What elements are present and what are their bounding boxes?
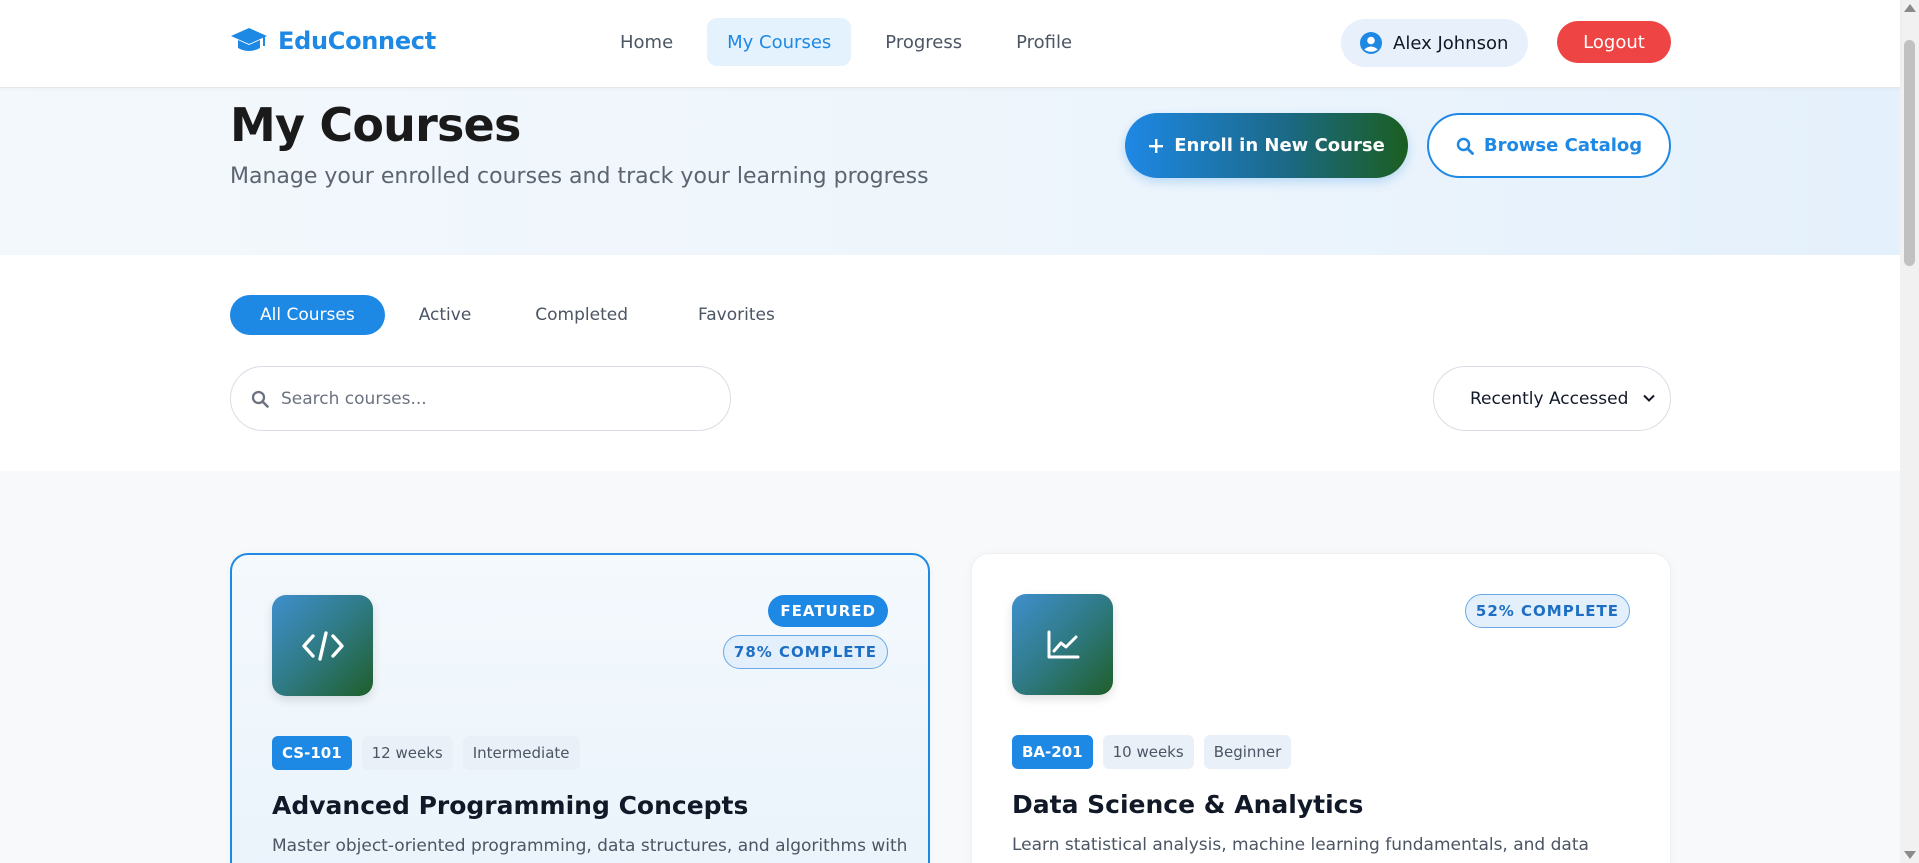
search-input[interactable] bbox=[281, 388, 701, 409]
course-meta: CS-101 12 weeks Intermediate bbox=[272, 736, 580, 770]
course-description: Master object-oriented programming, data… bbox=[272, 836, 908, 856]
course-code-tag: BA-201 bbox=[1012, 735, 1093, 769]
tab-active[interactable]: Active bbox=[395, 295, 496, 335]
main-nav: Home My Courses Progress Profile bbox=[600, 18, 1092, 66]
nav-profile[interactable]: Profile bbox=[996, 18, 1092, 66]
browse-label: Browse Catalog bbox=[1483, 135, 1643, 156]
filter-tabs: All Courses Active Completed Favorites bbox=[230, 295, 805, 335]
progress-badge: 78% COMPLETE bbox=[722, 635, 888, 669]
scroll-thumb[interactable] bbox=[1904, 40, 1915, 266]
page-scrollbar[interactable] bbox=[1900, 0, 1919, 863]
user-menu[interactable]: Alex Johnson bbox=[1341, 19, 1529, 67]
enroll-label: Enroll in New Course bbox=[1174, 135, 1385, 156]
graduation-cap-icon bbox=[231, 28, 267, 51]
course-search[interactable] bbox=[230, 366, 731, 431]
user-circle-icon bbox=[1360, 32, 1382, 54]
logout-button[interactable]: Logout bbox=[1557, 21, 1671, 63]
course-meta: BA-201 10 weeks Beginner bbox=[1012, 735, 1292, 769]
sort-selected-value: Recently Accessed bbox=[1470, 388, 1629, 409]
featured-badge: FEATURED bbox=[768, 595, 888, 627]
course-description: Learn statistical analysis, machine lear… bbox=[1012, 835, 1589, 855]
brand-name: EduConnect bbox=[278, 27, 436, 55]
page-subtitle: Manage your enrolled courses and track y… bbox=[230, 164, 929, 189]
progress-badge: 52% COMPLETE bbox=[1464, 594, 1630, 628]
duration-tag: 10 weeks bbox=[1102, 735, 1194, 769]
sort-dropdown[interactable]: Recently Accessed bbox=[1433, 366, 1671, 431]
course-filters: All Courses Active Completed Favorites R… bbox=[0, 255, 1900, 471]
level-tag: Intermediate bbox=[462, 736, 580, 770]
course-title[interactable]: Advanced Programming Concepts bbox=[272, 791, 748, 820]
page-header: My Courses Manage your enrolled courses … bbox=[0, 88, 1900, 255]
page-title: My Courses bbox=[230, 98, 521, 152]
nav-progress[interactable]: Progress bbox=[865, 18, 982, 66]
browse-catalog-button[interactable]: Browse Catalog bbox=[1427, 113, 1671, 178]
nav-my-courses[interactable]: My Courses bbox=[707, 18, 852, 66]
tab-favorites[interactable]: Favorites bbox=[668, 295, 805, 335]
chevron-down-icon bbox=[1643, 394, 1655, 402]
level-tag: Beginner bbox=[1203, 735, 1292, 769]
search-icon bbox=[251, 390, 269, 408]
search-icon bbox=[1456, 137, 1474, 155]
scroll-up-arrow-icon[interactable] bbox=[1904, 4, 1916, 12]
course-icon-tile bbox=[1012, 594, 1113, 695]
duration-tag: 12 weeks bbox=[361, 736, 453, 770]
course-code-tag: CS-101 bbox=[272, 736, 352, 770]
tab-all-courses[interactable]: All Courses bbox=[230, 295, 385, 335]
user-name: Alex Johnson bbox=[1393, 32, 1509, 54]
brand-logo[interactable]: EduConnect bbox=[230, 26, 436, 56]
enroll-course-button[interactable]: Enroll in New Course bbox=[1125, 113, 1408, 178]
chart-line-icon bbox=[1047, 630, 1079, 658]
top-navigation-bar: EduConnect Home My Courses Progress Prof… bbox=[0, 0, 1900, 88]
course-icon-tile bbox=[272, 595, 373, 696]
tab-completed[interactable]: Completed bbox=[505, 295, 658, 335]
course-card[interactable]: FEATURED 78% COMPLETE CS-101 12 weeks In… bbox=[230, 553, 930, 863]
code-icon bbox=[301, 630, 344, 661]
course-title[interactable]: Data Science & Analytics bbox=[1012, 790, 1363, 819]
plus-icon bbox=[1149, 138, 1164, 153]
course-card[interactable]: 52% COMPLETE BA-201 10 weeks Beginner Da… bbox=[971, 553, 1671, 863]
scroll-down-arrow-icon[interactable] bbox=[1904, 851, 1916, 859]
nav-home[interactable]: Home bbox=[600, 18, 693, 66]
